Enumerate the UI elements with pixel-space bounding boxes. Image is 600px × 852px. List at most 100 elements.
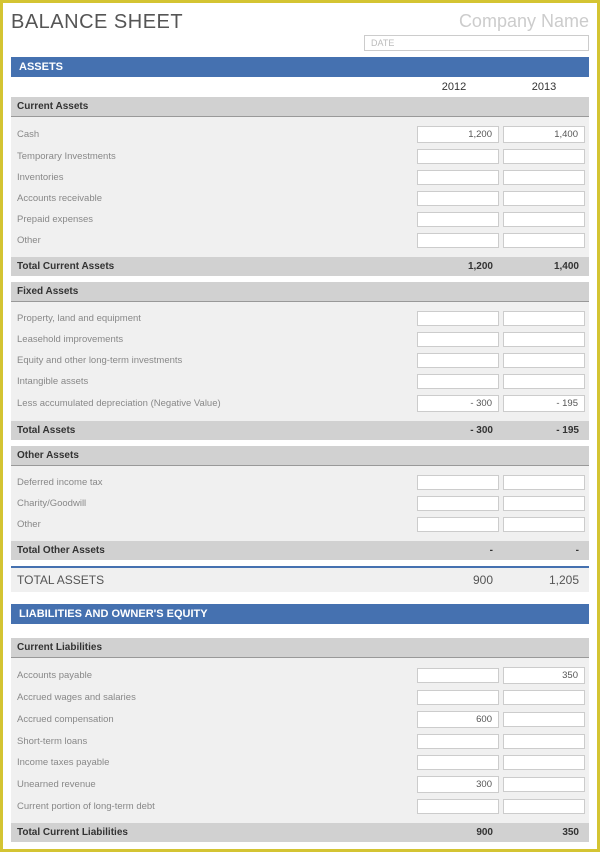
- line-item-label: Intangible assets: [11, 376, 417, 387]
- value-cell-y2[interactable]: [503, 353, 585, 368]
- total-v2: 350: [503, 827, 589, 838]
- current-liabilities-header: Current Liabilities: [11, 638, 589, 658]
- value-cell-y2[interactable]: [503, 475, 585, 490]
- line-item-label: Current portion of long-term debt: [11, 801, 417, 812]
- total-current-liabilities-row: Total Current Liabilities 900 350: [11, 823, 589, 842]
- total-v2: -: [503, 545, 589, 556]
- value-cell-y2[interactable]: [503, 149, 585, 164]
- line-item-label: Prepaid expenses: [11, 214, 417, 225]
- value-cell-y2[interactable]: 350: [503, 667, 585, 684]
- page-title: BALANCE SHEET: [11, 11, 183, 34]
- value-cell-y1[interactable]: [417, 212, 499, 227]
- value-cell-y2[interactable]: 1,400: [503, 126, 585, 143]
- value-cell-y1[interactable]: [417, 690, 499, 705]
- value-cell-y1[interactable]: [417, 755, 499, 770]
- value-cell-y2[interactable]: [503, 496, 585, 511]
- value-cell-y2[interactable]: [503, 170, 585, 185]
- total-v1: -: [417, 545, 503, 556]
- line-item-label: Property, land and equipment: [11, 313, 417, 324]
- value-cell-y2[interactable]: [503, 734, 585, 749]
- line-item-row: Accounts payable350: [11, 664, 589, 687]
- value-cell-y2[interactable]: [503, 332, 585, 347]
- line-item-label: Equity and other long-term investments: [11, 355, 417, 366]
- line-item-label: Deferred income tax: [11, 477, 417, 488]
- line-item-row: Other: [11, 230, 589, 251]
- line-item-row: Inventories: [11, 167, 589, 188]
- value-cell-y1[interactable]: [417, 799, 499, 814]
- value-cell-y2[interactable]: [503, 712, 585, 727]
- line-item-label: Inventories: [11, 172, 417, 183]
- value-cell-y1[interactable]: [417, 734, 499, 749]
- total-label: Total Other Assets: [11, 545, 417, 556]
- line-item-row: Prepaid expenses: [11, 209, 589, 230]
- value-cell-y2[interactable]: [503, 517, 585, 532]
- value-cell-y1[interactable]: [417, 353, 499, 368]
- total-v2: 1,400: [503, 261, 589, 272]
- value-cell-y2[interactable]: [503, 212, 585, 227]
- line-item-label: Less accumulated depreciation (Negative …: [11, 398, 417, 409]
- value-cell-y1[interactable]: [417, 668, 499, 683]
- total-assets-v1: 900: [417, 573, 503, 587]
- value-cell-y2[interactable]: [503, 755, 585, 770]
- line-item-label: Accrued compensation: [11, 714, 417, 725]
- current-assets-header: Current Assets: [11, 97, 589, 117]
- value-cell-y2[interactable]: [503, 799, 585, 814]
- line-item-label: Leasehold improvements: [11, 334, 417, 345]
- value-cell-y2[interactable]: [503, 311, 585, 326]
- value-cell-y2[interactable]: - 195: [503, 395, 585, 412]
- value-cell-y1[interactable]: [417, 496, 499, 511]
- line-item-row: Intangible assets: [11, 371, 589, 392]
- line-item-row: Accrued compensation600: [11, 708, 589, 731]
- date-field[interactable]: DATE: [364, 35, 589, 51]
- total-v1: 900: [417, 827, 503, 838]
- value-cell-y2[interactable]: [503, 233, 585, 248]
- line-item-row: Other: [11, 514, 589, 535]
- value-cell-y1[interactable]: [417, 233, 499, 248]
- line-item-row: Temporary Investments: [11, 146, 589, 167]
- year-header-row: 2012 2013: [11, 77, 589, 97]
- line-item-row: Short-term loans: [11, 731, 589, 752]
- line-item-label: Income taxes payable: [11, 757, 417, 768]
- total-other-assets-row: Total Other Assets - -: [11, 541, 589, 560]
- assets-section-header: ASSETS: [11, 57, 589, 77]
- value-cell-y1[interactable]: [417, 311, 499, 326]
- value-cell-y1[interactable]: - 300: [417, 395, 499, 412]
- value-cell-y2[interactable]: [503, 191, 585, 206]
- line-item-row: Property, land and equipment: [11, 308, 589, 329]
- line-item-row: Cash1,2001,400: [11, 123, 589, 146]
- value-cell-y1[interactable]: [417, 475, 499, 490]
- total-label: Total Current Assets: [11, 261, 417, 272]
- line-item-label: Temporary Investments: [11, 151, 417, 162]
- liabilities-section-header: LIABILITIES AND OWNER'S EQUITY: [11, 604, 589, 624]
- value-cell-y1[interactable]: [417, 149, 499, 164]
- year-1: 2012: [409, 81, 499, 93]
- value-cell-y1[interactable]: [417, 332, 499, 347]
- fixed-assets-header: Fixed Assets: [11, 282, 589, 302]
- line-item-row: Accounts receivable: [11, 188, 589, 209]
- total-assets-row: TOTAL ASSETS 900 1,205: [11, 566, 589, 592]
- value-cell-y2[interactable]: [503, 777, 585, 792]
- value-cell-y1[interactable]: [417, 170, 499, 185]
- line-item-row: Leasehold improvements: [11, 329, 589, 350]
- value-cell-y1[interactable]: [417, 374, 499, 389]
- value-cell-y1[interactable]: [417, 517, 499, 532]
- line-item-label: Other: [11, 235, 417, 246]
- line-item-label: Accrued wages and salaries: [11, 692, 417, 703]
- total-fixed-assets-row: Total Assets - 300 - 195: [11, 421, 589, 440]
- value-cell-y1[interactable]: [417, 191, 499, 206]
- line-item-row: Charity/Goodwill: [11, 493, 589, 514]
- value-cell-y2[interactable]: [503, 374, 585, 389]
- value-cell-y2[interactable]: [503, 690, 585, 705]
- line-item-row: Income taxes payable: [11, 752, 589, 773]
- total-v1: - 300: [417, 425, 503, 436]
- value-cell-y1[interactable]: 300: [417, 776, 499, 793]
- total-v2: - 195: [503, 425, 589, 436]
- company-name-placeholder[interactable]: Company Name: [364, 11, 589, 32]
- total-assets-label: TOTAL ASSETS: [11, 573, 417, 587]
- line-item-label: Other: [11, 519, 417, 530]
- total-v1: 1,200: [417, 261, 503, 272]
- value-cell-y1[interactable]: 600: [417, 711, 499, 728]
- line-item-label: Charity/Goodwill: [11, 498, 417, 509]
- line-item-row: Current portion of long-term debt: [11, 796, 589, 817]
- value-cell-y1[interactable]: 1,200: [417, 126, 499, 143]
